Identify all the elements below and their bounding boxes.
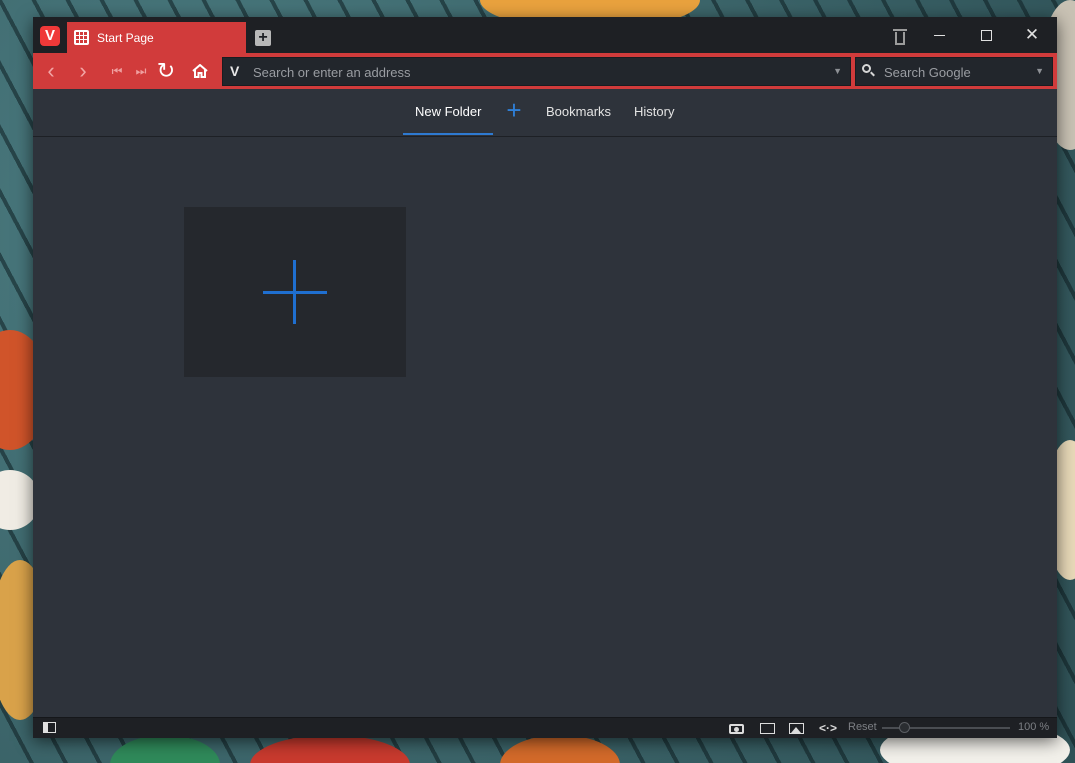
zoom-reset-button[interactable]: Reset xyxy=(848,721,877,733)
tab-title: Start Page xyxy=(97,31,154,45)
add-speed-dial-button[interactable] xyxy=(184,207,406,377)
code-icon[interactable]: <·> xyxy=(819,721,837,735)
trash-icon[interactable] xyxy=(893,29,907,45)
start-page-nav: New Folder + Bookmarks History xyxy=(33,89,1057,137)
panel-toggle-icon[interactable] xyxy=(43,722,56,733)
close-button[interactable]: ✕ xyxy=(1009,23,1055,47)
zoom-slider-handle[interactable] xyxy=(899,722,910,733)
speed-dial-area xyxy=(33,137,1057,717)
reload-button[interactable]: ↻ xyxy=(154,59,178,83)
tab-history[interactable]: History xyxy=(634,104,674,119)
title-bar: V Start Page + ✕ xyxy=(33,17,1057,53)
forward-button[interactable]: › xyxy=(71,59,95,83)
tab-bookmarks[interactable]: Bookmarks xyxy=(546,104,611,119)
home-button[interactable] xyxy=(188,59,212,83)
zoom-slider[interactable] xyxy=(882,722,1010,733)
new-tab-button[interactable]: + xyxy=(255,30,271,46)
search-input[interactable] xyxy=(882,58,1036,87)
back-button[interactable]: ‹ xyxy=(39,59,63,83)
search-field[interactable]: ▼ xyxy=(855,57,1053,87)
add-group-button[interactable]: + xyxy=(504,97,524,123)
camera-icon[interactable] xyxy=(729,721,744,735)
active-tab-indicator xyxy=(403,133,493,135)
address-bar: ‹ › ⏮ ⏭ ↻ V ▼ ▼ xyxy=(33,53,1057,89)
browser-window: V Start Page + ✕ ‹ › ⏮ ⏭ ↻ V ▼ xyxy=(33,17,1057,738)
zoom-level: 100 % xyxy=(1018,721,1050,733)
maximize-button[interactable] xyxy=(963,23,1009,47)
window-icon[interactable] xyxy=(760,721,775,735)
status-bar: <·> Reset 100 % xyxy=(33,717,1057,738)
minimize-button[interactable] xyxy=(917,23,963,47)
url-input[interactable] xyxy=(251,58,825,87)
url-field[interactable]: V ▼ xyxy=(222,57,851,87)
vivaldi-logo-icon[interactable]: V xyxy=(40,26,60,46)
fast-forward-button[interactable]: ⏭ xyxy=(129,59,153,83)
url-dropdown-icon[interactable]: ▼ xyxy=(833,66,842,76)
search-icon[interactable] xyxy=(862,64,871,73)
vivaldi-v-icon: V xyxy=(230,63,240,79)
tab-start-page[interactable]: Start Page xyxy=(67,22,246,53)
search-dropdown-icon[interactable]: ▼ xyxy=(1035,66,1044,76)
speed-dial-icon xyxy=(74,30,89,45)
rewind-button[interactable]: ⏮ xyxy=(105,59,129,83)
tab-new-folder[interactable]: New Folder xyxy=(415,104,481,119)
image-icon[interactable] xyxy=(789,721,804,735)
home-icon xyxy=(192,64,208,78)
